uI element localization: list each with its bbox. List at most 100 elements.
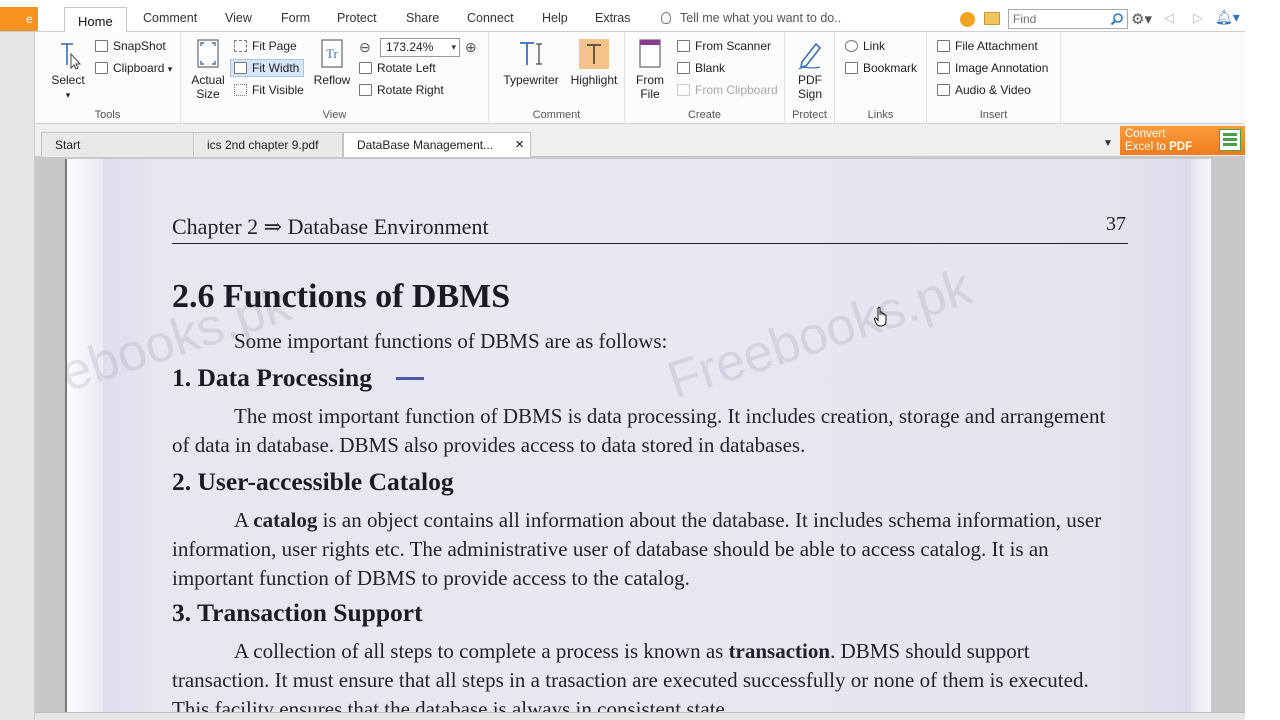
tab-protect[interactable]: Protect — [337, 11, 377, 25]
heading-user-catalog: 2. User-accessible Catalog — [172, 467, 454, 496]
folder-icon[interactable] — [984, 12, 1000, 25]
tab-share[interactable]: Share — [406, 11, 439, 25]
audio-video-button[interactable]: Audio & Video — [937, 83, 1031, 97]
from-clipboard-button[interactable]: From Clipboard — [677, 83, 778, 97]
clipboard-label: Clipboard — [113, 61, 165, 75]
nav-back-icon[interactable]: ◁ — [1164, 10, 1174, 26]
fit-visible-label: Fit Visible — [252, 83, 304, 97]
tab-list-dropdown-icon[interactable]: ▼ — [1103, 138, 1113, 149]
actual-size-button[interactable]: Actual Size — [189, 38, 227, 101]
zoom-level-select[interactable]: 173.24% ▾ — [380, 38, 460, 57]
blank-label: Blank — [695, 61, 726, 75]
pdf-sign-button[interactable]: PDF Sign — [791, 38, 829, 101]
fit-width-button[interactable]: Fit Width — [230, 59, 305, 77]
running-head-title: Chapter 2 ⇒ Database Environment — [172, 214, 489, 239]
tab-connect[interactable]: Connect — [467, 11, 514, 25]
scanner-icon — [677, 40, 690, 52]
document-tab-bar: Start ics 2nd chapter 9.pdf DataBase Man… — [35, 124, 1245, 157]
tab-form[interactable]: Form — [281, 11, 310, 25]
links-group-label: Links — [867, 109, 894, 121]
nav-forward-icon[interactable]: ▷ — [1193, 10, 1203, 26]
tab-database-label: DataBase Management... — [357, 138, 494, 152]
tell-me-box[interactable]: Tell me what you want to do.. — [661, 11, 841, 25]
pdf-sign-label-2: Sign — [797, 87, 823, 101]
ribbon-toolbar: Select ▾ SnapShot Clipboard ▾ Tools Actua… — [35, 32, 1245, 124]
search-icon[interactable] — [1110, 12, 1124, 26]
page-number: 37 — [1106, 213, 1126, 235]
rotate-right-icon — [359, 84, 372, 96]
heading-transaction-support: 3. Transaction Support — [172, 598, 423, 627]
left-panel-strip — [0, 32, 38, 720]
tab-home[interactable]: Home — [64, 7, 127, 33]
from-scanner-button[interactable]: From Scanner — [677, 39, 771, 53]
from-file-button[interactable]: From File — [631, 38, 669, 101]
heading-data-processing-text: 1. Data Processing — [172, 363, 372, 392]
image-icon — [937, 62, 950, 74]
tab-help[interactable]: Help — [542, 11, 568, 25]
fit-visible-icon — [234, 84, 247, 96]
bookmark-button[interactable]: Bookmark — [845, 61, 917, 75]
typewriter-icon — [520, 42, 542, 65]
blank-page-icon — [677, 62, 690, 74]
heading-data-processing: 1. Data Processing — [172, 363, 424, 393]
ribbon-group-links: Link Bookmark Links — [835, 32, 927, 124]
svg-text:Tr: Tr — [326, 46, 338, 61]
paperclip-icon — [937, 40, 950, 52]
fit-page-icon — [234, 40, 247, 52]
clipboard-icon — [95, 62, 108, 74]
p2-bold: catalog — [253, 508, 318, 532]
fit-visible-button[interactable]: Fit Visible — [234, 83, 304, 97]
highlight-button[interactable]: Highlight — [567, 38, 621, 87]
right-edge — [1245, 0, 1280, 720]
gear-icon[interactable]: ⚙▾ — [1131, 10, 1157, 28]
hand-cursor-icon — [873, 306, 887, 327]
link-button[interactable]: Link — [845, 39, 885, 53]
fit-width-icon — [234, 62, 247, 74]
running-header: Chapter 2 ⇒ Database Environment 37 — [172, 213, 1128, 244]
insert-group-label: Insert — [979, 109, 1008, 121]
pdf-sign-label-1: PDF — [798, 73, 822, 87]
close-icon[interactable]: × — [515, 133, 524, 157]
convert-line-2b: PDF — [1169, 141, 1193, 153]
feedback-smiley-icon[interactable] — [960, 12, 975, 27]
select-text-cursor-icon — [61, 43, 81, 70]
tab-start[interactable]: Start — [41, 132, 199, 157]
blank-button[interactable]: Blank — [677, 61, 725, 75]
document-viewport[interactable]: ebooks.pk Freebooks.pk Chapter 2 ⇒ Datab… — [35, 157, 1245, 720]
select-label: Select — [51, 73, 85, 87]
tab-extras[interactable]: Extras — [595, 11, 630, 25]
image-annotation-button[interactable]: Image Annotation — [937, 61, 1048, 75]
find-input[interactable] — [1009, 10, 1105, 28]
typewriter-button[interactable]: Typewriter — [499, 38, 563, 87]
zoom-in-icon[interactable]: ⊕ — [465, 39, 477, 56]
clipboard-button[interactable]: Clipboard ▾ — [95, 61, 172, 75]
zoom-out-icon[interactable]: ⊖ — [359, 39, 371, 56]
reflow-button[interactable]: Tr Reflow — [311, 38, 353, 87]
snapshot-button[interactable]: SnapShot — [95, 39, 166, 53]
select-button[interactable]: Select ▾ — [49, 40, 87, 102]
file-menu-tab[interactable]: e — [0, 7, 38, 31]
lightbulb-icon — [661, 12, 671, 24]
actual-size-icon — [197, 39, 219, 68]
notification-bell-icon[interactable]: 🔔︎▾ — [1215, 9, 1240, 26]
fit-page-button[interactable]: Fit Page — [234, 39, 297, 53]
ribbon-group-view: Actual Size Fit Page Fit Width Fit Visibl… — [181, 32, 489, 124]
tab-database-management[interactable]: DataBase Management... × — [343, 132, 531, 157]
rotate-right-button[interactable]: Rotate Right — [359, 83, 444, 97]
from-file-label-1: From — [636, 73, 664, 87]
pdf-reader-window: e Home Comment View Form Protect Share C… — [0, 0, 1280, 720]
tab-ics-chapter-9[interactable]: ics 2nd chapter 9.pdf — [193, 132, 343, 157]
rotate-left-button[interactable]: Rotate Left — [359, 61, 436, 75]
convert-excel-to-pdf-banner[interactable]: Convert Excel to PDF — [1120, 126, 1245, 155]
tab-comment[interactable]: Comment — [143, 11, 197, 25]
file-attachment-button[interactable]: File Attachment — [937, 39, 1038, 53]
link-label: Link — [863, 39, 886, 53]
fit-width-label: Fit Width — [252, 61, 300, 75]
from-scanner-label: From Scanner — [695, 39, 772, 53]
ribbon-group-tools: Select ▾ SnapShot Clipboard ▾ Tools — [35, 32, 181, 124]
zoom-level-value: 173.24% — [386, 40, 434, 54]
intro-paragraph: Some important functions of DBMS are as … — [172, 327, 1128, 356]
bookmark-label: Bookmark — [863, 61, 918, 75]
tab-view[interactable]: View — [225, 11, 252, 25]
p1-text: The most important function of DBMS is d… — [172, 404, 1106, 457]
